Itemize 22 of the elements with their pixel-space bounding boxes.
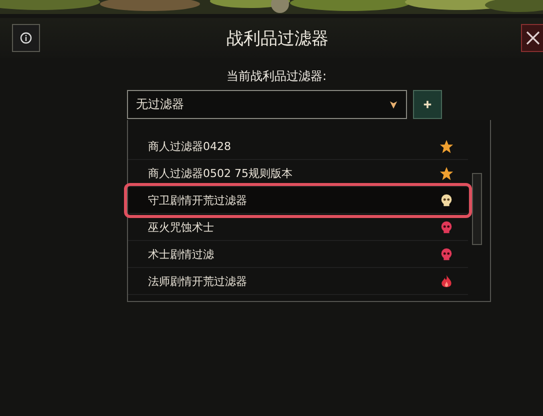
close-button[interactable] bbox=[521, 24, 543, 52]
star-icon bbox=[439, 138, 454, 154]
filter-dropdown[interactable]: 无过滤器 bbox=[127, 90, 407, 119]
close-icon bbox=[526, 31, 540, 45]
info-icon bbox=[20, 32, 32, 44]
current-filter-label: 当前战利品过滤器: bbox=[225, 68, 328, 84]
skull-icon bbox=[439, 220, 454, 234]
add-filter-button[interactable] bbox=[413, 90, 442, 119]
star-icon bbox=[439, 166, 454, 180]
caret-icon bbox=[389, 100, 398, 110]
skull-icon bbox=[439, 246, 454, 262]
filter-list-item[interactable]: 术士剧情过滤 bbox=[128, 241, 468, 268]
plus-icon bbox=[423, 100, 432, 109]
skull-icon bbox=[439, 192, 454, 208]
window-title: 战利品过滤器 bbox=[226, 28, 330, 50]
filter-list-item[interactable]: 商人过滤器0428 bbox=[128, 133, 468, 160]
flame-icon bbox=[439, 274, 454, 288]
filter-list-item[interactable]: 法师剧情开荒过滤器 bbox=[128, 268, 468, 295]
dropdown-value: 无过滤器 bbox=[136, 96, 184, 113]
filter-list-item[interactable]: 巫火咒蚀术士 bbox=[128, 214, 468, 241]
scrollbar[interactable] bbox=[472, 173, 482, 245]
info-button[interactable] bbox=[12, 24, 40, 52]
